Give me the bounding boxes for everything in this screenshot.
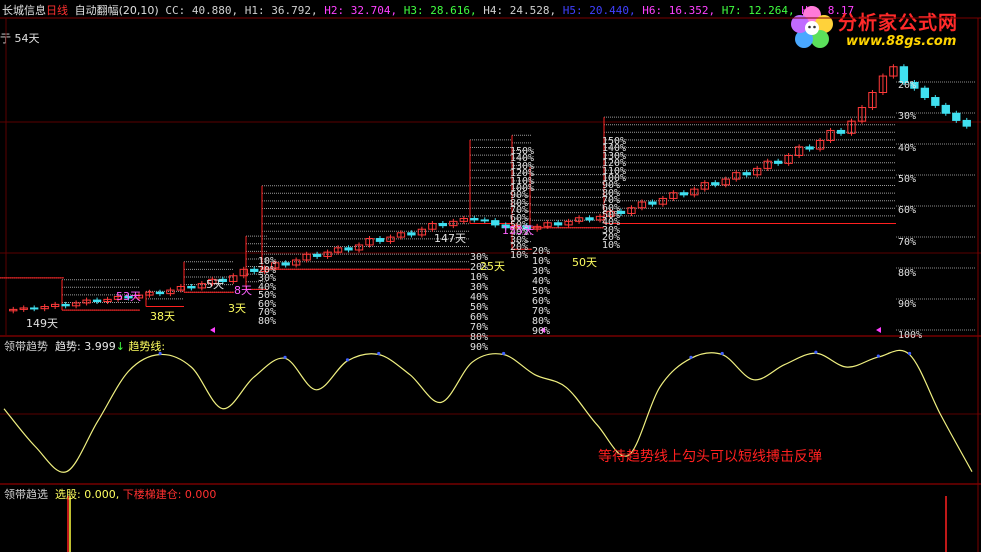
candle-body-45 (480, 219, 489, 222)
day-annotation-2: 38天 (150, 310, 175, 323)
trend-peak-dot-11 (345, 358, 350, 362)
candle-body-89 (941, 104, 950, 114)
panel-frames (0, 17, 981, 552)
day-annotation-1: 53天 (116, 290, 141, 303)
trend-peak-dot-28 (876, 354, 880, 358)
candle-body-79 (836, 129, 846, 134)
marker-0 (210, 327, 215, 333)
candle-body-64 (679, 192, 689, 196)
candle-body-2 (30, 307, 39, 310)
candle-body-90 (952, 112, 961, 121)
panel2-header: 领带趋势 趋势: 3.999↓ 趋势线: (4, 338, 165, 354)
marker-2 (876, 327, 881, 333)
trend-peak-dot-26 (814, 350, 818, 354)
right-tick-3: 50% (898, 173, 917, 185)
day-annotation-4: 5天 (206, 278, 224, 291)
candle-body-70 (742, 172, 751, 176)
candle-body-23 (250, 268, 259, 272)
candle-body-91 (962, 119, 971, 127)
chart-canvas[interactable] (0, 0, 981, 552)
candle-body-17 (187, 285, 196, 289)
trend-value-label: 趋势: 3.999 (55, 340, 116, 353)
candle-body-5 (61, 303, 70, 307)
candle-body-41 (438, 222, 448, 227)
candle-layer (9, 64, 971, 314)
right-tick-5: 70% (898, 236, 917, 248)
tick-low-9: 90% (470, 342, 489, 353)
right-tick-1: 30% (898, 111, 917, 123)
candle-body-32 (344, 247, 353, 251)
candle-body-87 (920, 87, 930, 99)
tick-small-7: 80% (258, 315, 277, 327)
day-annotation-7: 153天 (502, 224, 534, 237)
candle-body-61 (648, 201, 657, 205)
tick-mid-8: 90% (532, 326, 551, 337)
trend-peak-dot-16 (502, 351, 506, 356)
trend-layer (3, 349, 973, 473)
day-annotation-9: 25天 (480, 260, 505, 273)
trend-peak-dot-23 (720, 351, 724, 356)
right-tick-2: 40% (898, 142, 917, 154)
right-tick-6: 80% (898, 267, 917, 279)
candle-body-46 (491, 220, 500, 226)
candle-body-38 (407, 232, 416, 236)
right-tick-0: 20% (898, 80, 917, 91)
panel3-header: 领带趋选 选股: 0.000, 下楼梯建仓: 0.000 (4, 486, 216, 502)
candle-body-14 (155, 291, 165, 295)
candle-body-35 (375, 238, 385, 242)
panel3-name[interactable]: 领带趋选 (4, 488, 48, 501)
trend-line (3, 349, 973, 473)
day-annotation-5: 3天 (228, 302, 246, 315)
tick-0-14: 10% (510, 249, 529, 261)
candle-body-8 (92, 299, 102, 303)
select-value-label: 选股: 0.000, (55, 488, 120, 501)
right-tick-8: 100% (898, 330, 923, 342)
trend-peak-dot-29 (907, 351, 912, 356)
day-annotation-6: 147天 (434, 232, 466, 245)
trend-peak-dot-22 (689, 355, 693, 359)
trend-peak-dot-9 (283, 355, 287, 359)
select-bar-layer (67, 496, 947, 552)
right-tick-4: 60% (898, 205, 917, 217)
candle-body-29 (312, 253, 322, 257)
day-annotation-3: 8天 (234, 284, 252, 297)
candle-body-67 (711, 182, 720, 186)
panel2-name[interactable]: 领带趋势 (4, 340, 48, 353)
build-position-label: 下楼梯建仓: 0.000 (122, 488, 217, 501)
candle-body-26 (281, 262, 290, 266)
day-annotation-8: 50天 (572, 256, 597, 269)
candle-body-44 (470, 217, 479, 221)
trend-peak-dot-12 (377, 351, 381, 356)
right-tick-7: 90% (898, 299, 917, 311)
trend-annotation: 等待趋势线上勾头可以短线搏击反弹 (598, 449, 822, 465)
tick-1-14: 10% (602, 239, 621, 251)
candle-body-88 (931, 97, 940, 106)
trend-line-label: 趋势线: (128, 340, 166, 353)
candle-body-55 (585, 217, 594, 221)
candle-body-52 (553, 222, 563, 226)
candle-body-76 (805, 146, 814, 150)
candle-body-73 (773, 160, 783, 164)
down-arrow-icon: ↓ (115, 340, 125, 353)
day-annotation-0: 149天 (26, 317, 58, 330)
